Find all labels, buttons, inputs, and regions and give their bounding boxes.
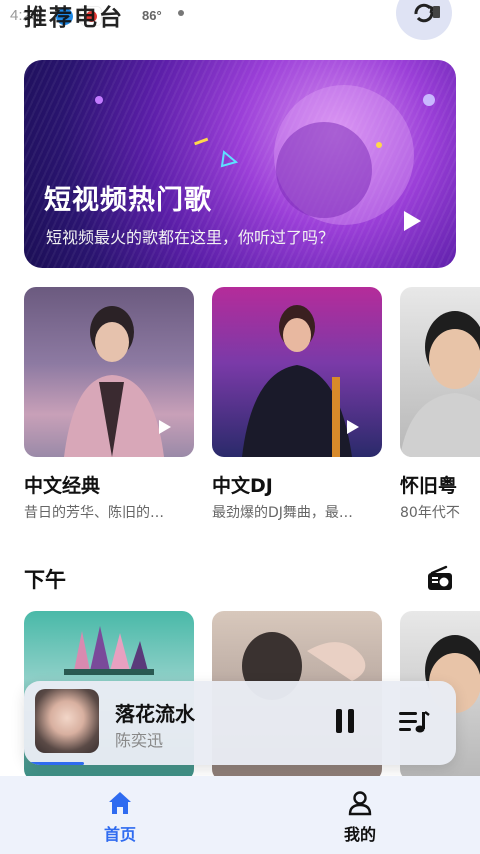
sync-icon bbox=[414, 3, 440, 23]
playlist-cover bbox=[24, 287, 194, 457]
playlist-card[interactable]: 中文DJ 最劲爆的DJ舞曲，最… bbox=[212, 287, 382, 522]
featured-banner[interactable]: 短视频热门歌 短视频最火的歌都在这里，你听过了吗？ bbox=[24, 60, 456, 268]
playlist-title: 怀旧粤 bbox=[400, 475, 458, 497]
playlist-card[interactable]: 怀旧粤 80年代不 bbox=[400, 287, 480, 522]
section-title-afternoon: 下午 bbox=[24, 568, 66, 592]
playlist-queue-icon[interactable] bbox=[398, 709, 430, 735]
bottom-tab-bar: 首页 我的 bbox=[0, 776, 480, 854]
section-title-recommended: 推荐电台 bbox=[24, 5, 124, 31]
tab-me-label: 我的 bbox=[343, 825, 376, 844]
status-temperature: 86° bbox=[142, 8, 162, 23]
playlist-cover bbox=[212, 287, 382, 457]
playback-progress-fill bbox=[24, 762, 85, 765]
user-icon bbox=[348, 791, 372, 816]
play-icon[interactable] bbox=[158, 419, 172, 435]
play-icon[interactable] bbox=[346, 419, 360, 435]
cover-figure bbox=[400, 311, 480, 457]
playlist-title: 中文DJ bbox=[212, 475, 273, 497]
now-playing-song: 落花流水 bbox=[115, 702, 195, 726]
playlist-desc: 昔日的芳华、陈旧的… bbox=[24, 505, 164, 521]
now-playing-cover[interactable] bbox=[35, 689, 99, 753]
now-playing-bar[interactable]: 落花流水 陈奕迅 bbox=[24, 681, 456, 765]
playlist-cover bbox=[400, 287, 480, 457]
tab-home-label: 首页 bbox=[103, 825, 136, 844]
tab-me[interactable]: 我的 bbox=[240, 776, 480, 854]
home-icon bbox=[109, 792, 131, 814]
banner-subtitle: 短视频最火的歌都在这里，你听过了吗？ bbox=[46, 228, 335, 247]
now-playing-artist: 陈奕迅 bbox=[115, 731, 164, 750]
status-dot-icon bbox=[178, 10, 184, 16]
playlist-title: 中文经典 bbox=[24, 475, 101, 497]
playlist-row: 中文经典 昔日的芳华、陈旧的… 中文DJ 最劲爆的DJ舞曲，最… 怀旧粤 80年… bbox=[24, 287, 480, 527]
banner-title: 短视频热门歌 bbox=[44, 185, 212, 216]
radio-icon[interactable] bbox=[426, 564, 454, 592]
playlist-desc: 80年代不 bbox=[400, 505, 460, 521]
playlist-card[interactable]: 中文经典 昔日的芳华、陈旧的… bbox=[24, 287, 194, 522]
pause-icon[interactable] bbox=[334, 708, 356, 734]
sync-button[interactable] bbox=[396, 0, 452, 40]
playback-progress[interactable] bbox=[24, 762, 456, 765]
tab-home[interactable]: 首页 bbox=[0, 776, 240, 854]
play-icon[interactable] bbox=[402, 210, 422, 232]
playlist-desc: 最劲爆的DJ舞曲，最… bbox=[212, 505, 353, 521]
